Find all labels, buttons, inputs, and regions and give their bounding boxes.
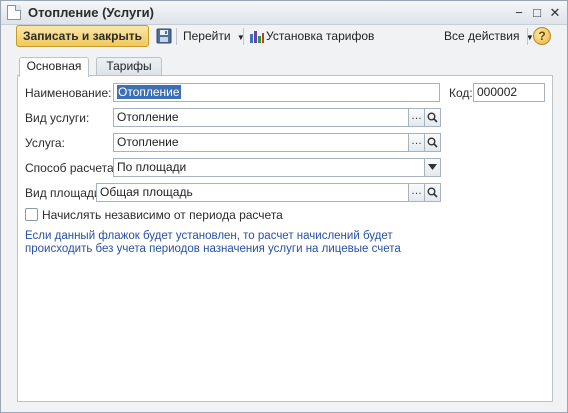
independent-checkbox[interactable]	[25, 208, 38, 221]
service-type-input[interactable]: Отопление	[113, 108, 409, 127]
all-actions-menu[interactable]: Все действия ▼	[444, 29, 534, 43]
goto-label: Перейти	[183, 29, 231, 43]
select-button[interactable]: …	[408, 108, 425, 127]
all-actions-label: Все действия	[444, 29, 520, 43]
chevron-down-icon[interactable]	[424, 158, 441, 177]
name-input[interactable]: Отопление	[113, 83, 440, 102]
name-label: Наименование:	[25, 86, 112, 100]
toolbar-separator	[527, 28, 528, 45]
save-and-close-button[interactable]: Записать и закрыть	[16, 25, 149, 47]
search-icon[interactable]	[424, 133, 441, 152]
minimize-button[interactable]: −	[511, 5, 527, 21]
independent-checkbox-label[interactable]: Начислять независимо от периода расчета	[42, 208, 283, 222]
search-icon[interactable]	[424, 183, 441, 202]
set-tariffs-button[interactable]: Установка тарифов	[266, 29, 374, 43]
name-value: Отопление	[117, 85, 181, 99]
area-type-label: Вид площади:	[25, 186, 104, 200]
toolbar-separator	[176, 28, 177, 45]
document-icon	[7, 5, 21, 20]
maximize-button[interactable]: □	[529, 5, 545, 21]
close-button[interactable]: ✕	[547, 5, 563, 21]
toolbar-separator	[243, 28, 244, 45]
search-icon[interactable]	[424, 108, 441, 127]
service-type-label: Вид услуги:	[25, 111, 90, 125]
title-bar[interactable]: Отопление (Услуги) − □ ✕	[1, 1, 567, 25]
hint-text: Если данный флажок будет установлен, то …	[25, 230, 401, 255]
service-label: Услуга:	[25, 136, 65, 150]
help-button[interactable]: ?	[533, 27, 551, 45]
select-button[interactable]: …	[408, 133, 425, 152]
select-button[interactable]: …	[408, 183, 425, 202]
bar-chart-icon	[249, 29, 265, 47]
calc-method-label: Способ расчета:	[25, 161, 117, 175]
tab-tariffs[interactable]: Тарифы	[96, 57, 162, 76]
tab-main[interactable]: Основная	[19, 57, 89, 77]
form-window: Отопление (Услуги) − □ ✕ Записать и закр…	[0, 0, 568, 413]
area-type-input[interactable]: Общая площадь	[96, 183, 409, 202]
goto-menu[interactable]: Перейти ▼	[183, 29, 245, 43]
floppy-disk-icon[interactable]	[156, 28, 172, 47]
calc-method-select[interactable]: По площади	[113, 158, 425, 177]
command-bar: Записать и закрыть Перейти ▼ Установка т…	[1, 25, 567, 51]
code-label: Код:	[449, 86, 473, 100]
window-title: Отопление (Услуги)	[28, 5, 154, 20]
service-input[interactable]: Отопление	[113, 133, 409, 152]
code-input[interactable]: 000002	[473, 83, 545, 102]
